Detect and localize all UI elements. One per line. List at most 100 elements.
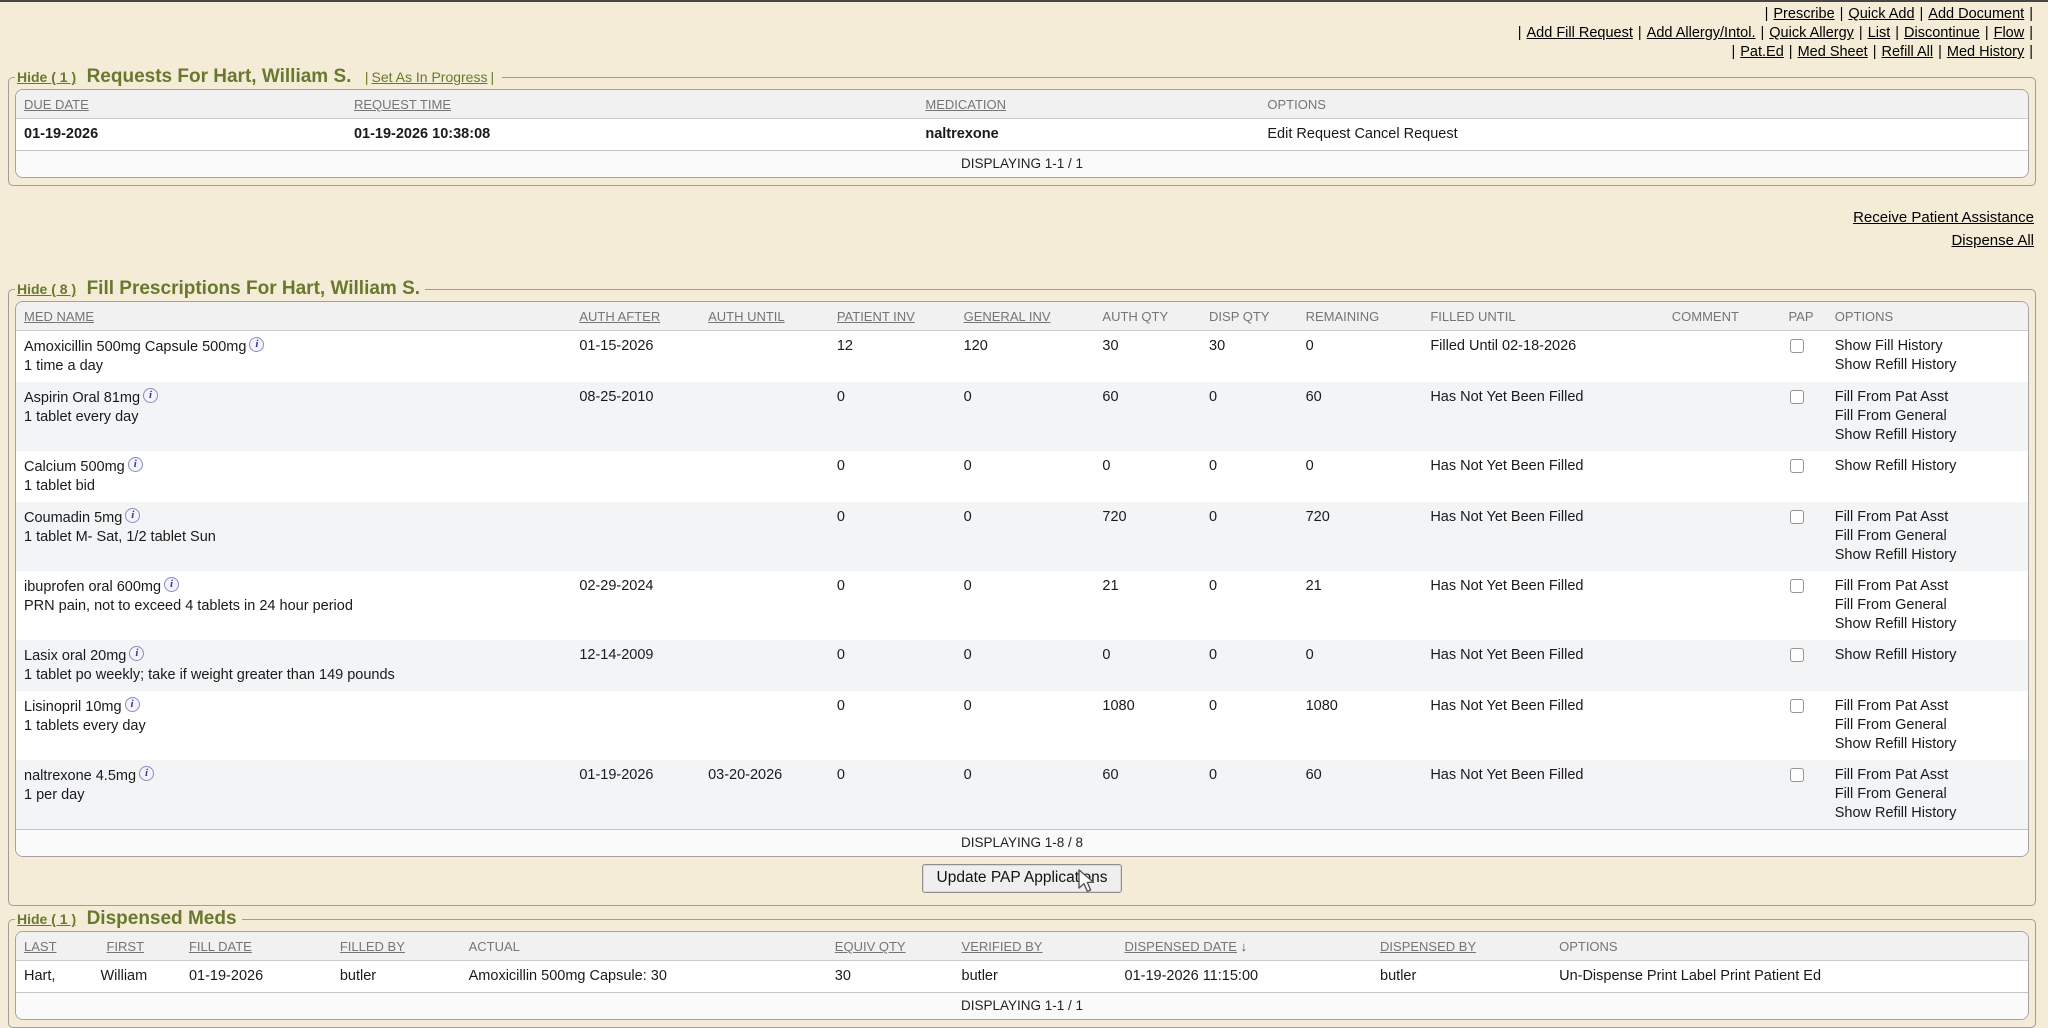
request-row-options[interactable]: Edit Request Cancel Request xyxy=(1259,119,2028,151)
col-dispensed-date[interactable]: DISPENSED DATE ↓ xyxy=(1117,932,1373,961)
update-pap-button[interactable]: Update PAP Applications xyxy=(922,864,1123,893)
general-inv-value: 0 xyxy=(956,451,1095,502)
row-options[interactable]: Fill From Pat Asst Fill From General Sho… xyxy=(1827,382,2028,451)
pap-checkbox[interactable] xyxy=(1790,339,1804,353)
pap-checkbox[interactable] xyxy=(1790,390,1804,404)
col-first[interactable]: FIRST xyxy=(98,932,180,961)
pap-checkbox[interactable] xyxy=(1790,459,1804,473)
equiv-qty-value: 30 xyxy=(827,961,954,993)
requests-table: DUE DATE REQUEST TIME MEDICATION OPTIONS… xyxy=(15,89,2029,178)
fill-hide-link[interactable]: Hide ( 8 ) xyxy=(17,281,76,297)
col-fill-date[interactable]: FILL DATE xyxy=(181,932,332,961)
row-options[interactable]: Fill From Pat Asst Fill From General Sho… xyxy=(1827,502,2028,571)
med-name: Lisinopril 10mg xyxy=(24,699,122,715)
info-icon[interactable]: i xyxy=(139,766,154,781)
requests-legend-actions: |Set As In Progress| xyxy=(362,69,497,85)
row-options[interactable]: Show Fill History Show Refill History xyxy=(1827,331,2028,383)
dispense-all-link[interactable]: Dispense All xyxy=(0,229,2034,252)
info-icon[interactable]: i xyxy=(249,337,264,352)
nav-link-add-document[interactable]: Add Document xyxy=(1928,6,2024,22)
nav-link-add-fill-request[interactable]: Add Fill Request xyxy=(1527,25,1633,41)
med-row-lisinopril: Lisinopril 10mgi1 tablets every day 0 0 … xyxy=(16,691,2028,760)
info-icon[interactable]: i xyxy=(164,577,179,592)
info-icon[interactable]: i xyxy=(125,508,140,523)
nav-link-discontinue[interactable]: Discontinue xyxy=(1904,25,1980,41)
auth-after-value: 02-29-2024 xyxy=(571,571,700,640)
nav-link-quick-add[interactable]: Quick Add xyxy=(1848,6,1914,22)
info-icon[interactable]: i xyxy=(143,388,158,403)
separator: | xyxy=(2029,6,2033,22)
auth-qty-value: 0 xyxy=(1094,640,1201,691)
nav-link-med-history[interactable]: Med History xyxy=(1947,44,2024,60)
col-general-inv[interactable]: GENERAL INV xyxy=(956,302,1095,331)
verified-by-value: butler xyxy=(954,961,1117,993)
auth-after-value xyxy=(571,451,700,502)
separator: | xyxy=(2029,44,2033,60)
col-disp-qty: DISP QTY xyxy=(1201,302,1298,331)
requests-legend: Hide ( 1 ) Requests For Hart, William S.… xyxy=(15,66,502,88)
pap-checkbox[interactable] xyxy=(1790,768,1804,782)
med-directions: 1 tablet M- Sat, 1/2 tablet Sun xyxy=(24,528,563,547)
row-options[interactable]: Show Refill History xyxy=(1827,451,2028,502)
pap-checkbox[interactable] xyxy=(1790,579,1804,593)
info-icon[interactable]: i xyxy=(128,457,143,472)
remaining-value: 0 xyxy=(1298,640,1423,691)
col-verified-by[interactable]: VERIFIED BY xyxy=(954,932,1117,961)
col-pap: PAP xyxy=(1780,302,1826,331)
med-name: Coumadin 5mg xyxy=(24,510,122,526)
col-request-time[interactable]: REQUEST TIME xyxy=(346,90,917,119)
nav-link-med-sheet[interactable]: Med Sheet xyxy=(1798,44,1868,60)
row-options[interactable]: Fill From Pat Asst Fill From General Sho… xyxy=(1827,571,2028,640)
patient-inv-value: 0 xyxy=(829,691,956,760)
col-equiv-qty[interactable]: EQUIV QTY xyxy=(827,932,954,961)
pap-checkbox[interactable] xyxy=(1790,510,1804,524)
nav-link-add-allergy-intol[interactable]: Add Allergy/Intol. xyxy=(1647,25,1756,41)
col-options: OPTIONS xyxy=(1827,302,2028,331)
med-directions: 1 tablet every day xyxy=(24,408,563,427)
col-auth-after[interactable]: AUTH AFTER xyxy=(571,302,700,331)
set-as-in-progress-link[interactable]: Set As In Progress xyxy=(372,69,488,85)
med-name: Lasix oral 20mg xyxy=(24,648,126,664)
fill-pager: DISPLAYING 1-8 / 8 xyxy=(16,830,2028,857)
nav-link-quick-allergy[interactable]: Quick Allergy xyxy=(1769,25,1854,41)
info-icon[interactable]: i xyxy=(129,646,144,661)
auth-after-value: 08-25-2010 xyxy=(571,382,700,451)
nav-link-flow[interactable]: Flow xyxy=(1994,25,2025,41)
nav-link-list[interactable]: List xyxy=(1868,25,1891,41)
col-filled-by[interactable]: FILLED BY xyxy=(332,932,461,961)
filled-until-value: Has Not Yet Been Filled xyxy=(1422,502,1663,571)
filled-until-value: Has Not Yet Been Filled xyxy=(1422,451,1663,502)
med-directions: 1 tablet bid xyxy=(24,477,563,496)
auth-until-value xyxy=(700,571,829,640)
requests-hide-link[interactable]: Hide ( 1 ) xyxy=(17,69,76,85)
col-options: OPTIONS xyxy=(1551,932,2028,961)
dispensed-title: Dispensed Meds xyxy=(87,908,237,929)
auth-until-value xyxy=(700,640,829,691)
remaining-value: 720 xyxy=(1298,502,1423,571)
col-due-date[interactable]: DUE DATE xyxy=(16,90,346,119)
dispensed-by-value: butler xyxy=(1372,961,1551,993)
pap-checkbox[interactable] xyxy=(1790,699,1804,713)
nav-link-refill-all[interactable]: Refill All xyxy=(1882,44,1934,60)
receive-patient-assistance-link[interactable]: Receive Patient Assistance xyxy=(0,206,2034,229)
col-patient-inv[interactable]: PATIENT INV xyxy=(829,302,956,331)
row-options[interactable]: Show Refill History xyxy=(1827,640,2028,691)
col-last[interactable]: LAST xyxy=(16,932,98,961)
remaining-value: 21 xyxy=(1298,571,1423,640)
pap-checkbox[interactable] xyxy=(1790,648,1804,662)
col-dispensed-by[interactable]: DISPENSED BY xyxy=(1372,932,1551,961)
dispensed-row-options[interactable]: Un-Dispense Print Label Print Patient Ed xyxy=(1551,961,2028,993)
col-auth-until[interactable]: AUTH UNTIL xyxy=(700,302,829,331)
row-options[interactable]: Fill From Pat Asst Fill From General Sho… xyxy=(1827,691,2028,760)
info-icon[interactable]: i xyxy=(125,697,140,712)
row-options[interactable]: Fill From Pat Asst Fill From General Sho… xyxy=(1827,760,2028,830)
nav-link-pat-ed[interactable]: Pat.Ed xyxy=(1740,44,1784,60)
separator: | xyxy=(1638,25,1642,41)
col-medication[interactable]: MEDICATION xyxy=(917,90,1259,119)
col-med-name[interactable]: MED NAME xyxy=(16,302,571,331)
dispensed-pager: DISPLAYING 1-1 / 1 xyxy=(16,993,2028,1020)
auth-after-value: 01-19-2026 xyxy=(571,760,700,830)
request-time-value: 01-19-2026 10:38:08 xyxy=(346,119,917,151)
dispensed-hide-link[interactable]: Hide ( 1 ) xyxy=(17,911,76,927)
nav-link-prescribe[interactable]: Prescribe xyxy=(1773,6,1834,22)
